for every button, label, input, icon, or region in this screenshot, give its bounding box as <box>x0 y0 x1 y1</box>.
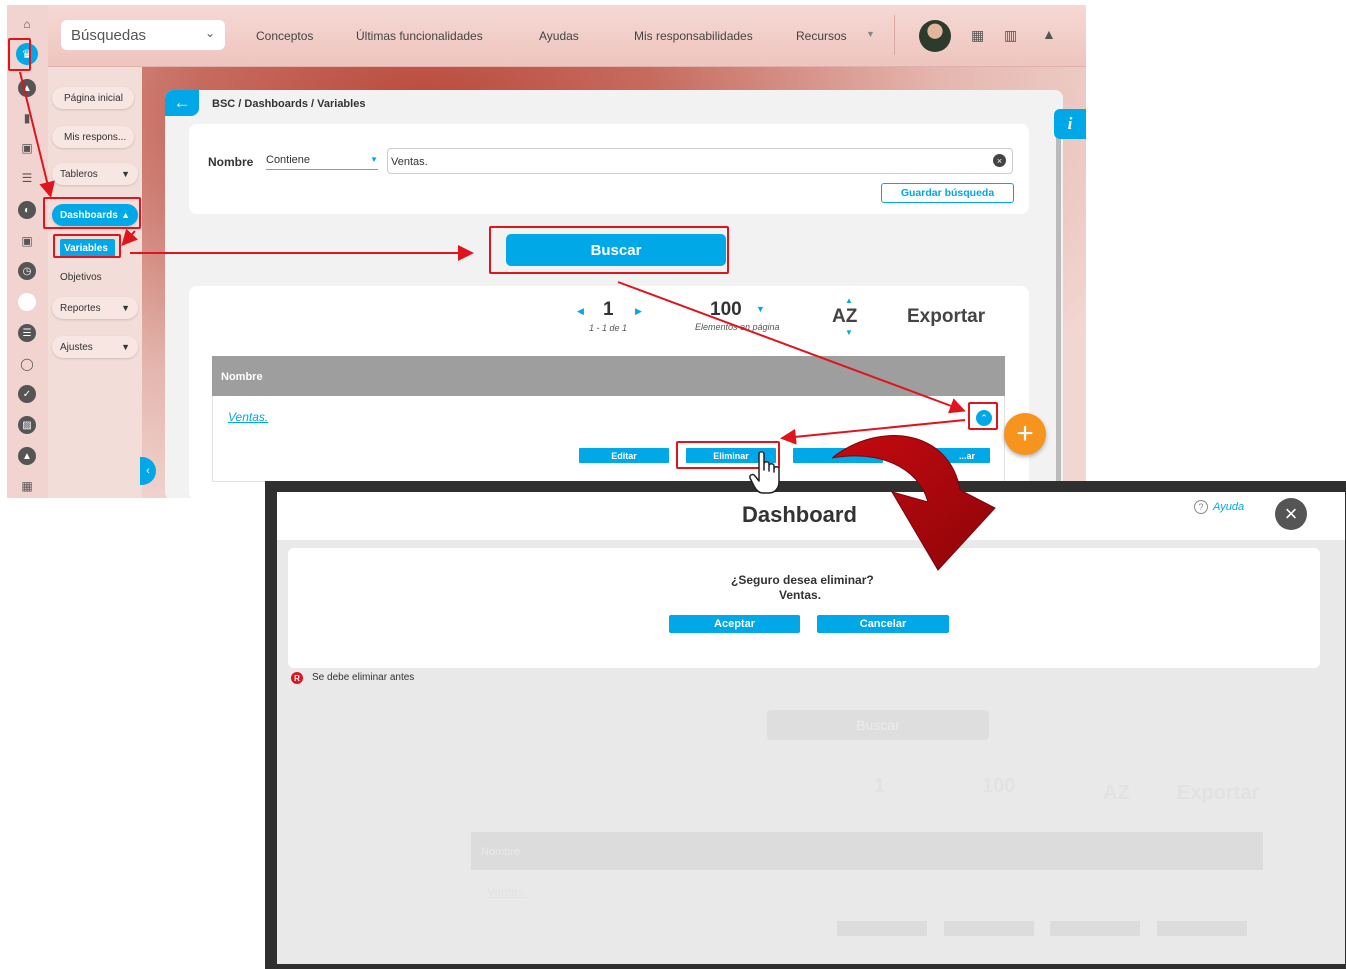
ghost-sort: AZ <box>1103 782 1130 804</box>
curved-arrow-icon <box>831 435 996 571</box>
help-icon[interactable]: ? <box>1194 500 1208 514</box>
confirm-panel: ¿Seguro desea eliminar? Ventas. Aceptar … <box>288 548 1320 668</box>
warning-badge-icon: R <box>291 672 303 684</box>
dependency-note: Se debe eliminar antes <box>312 672 415 683</box>
ghost-row: Ventas. <box>487 885 528 899</box>
ghost-header-label: Nombre <box>481 846 521 858</box>
ghost-button <box>1157 921 1247 936</box>
ghost-page: 1 <box>874 775 886 797</box>
ghost-search-button: Buscar <box>767 710 989 740</box>
help-link[interactable]: Ayuda <box>1213 501 1244 513</box>
ghost-button <box>1050 921 1140 936</box>
cancel-button[interactable]: Cancelar <box>817 615 949 633</box>
close-icon[interactable]: × <box>1275 498 1307 530</box>
accept-button[interactable]: Aceptar <box>669 615 800 633</box>
ghost-button <box>944 921 1034 936</box>
modal: Buscar 1 100 AZ Exportar Nombre Ventas. … <box>277 492 1345 964</box>
ghost-table-header: Nombre <box>471 832 1263 870</box>
confirm-item: Ventas. <box>779 588 822 602</box>
hand-cursor-icon <box>749 451 780 494</box>
dialog-screenshot: Buscar 1 100 AZ Exportar Nombre Ventas. … <box>265 481 1346 969</box>
modal-header: Dashboard ? Ayuda × <box>277 492 1345 540</box>
ghost-button <box>837 921 927 936</box>
ghost-per-page: 100 <box>982 775 1016 797</box>
ghost-export: Exportar <box>1177 782 1260 804</box>
